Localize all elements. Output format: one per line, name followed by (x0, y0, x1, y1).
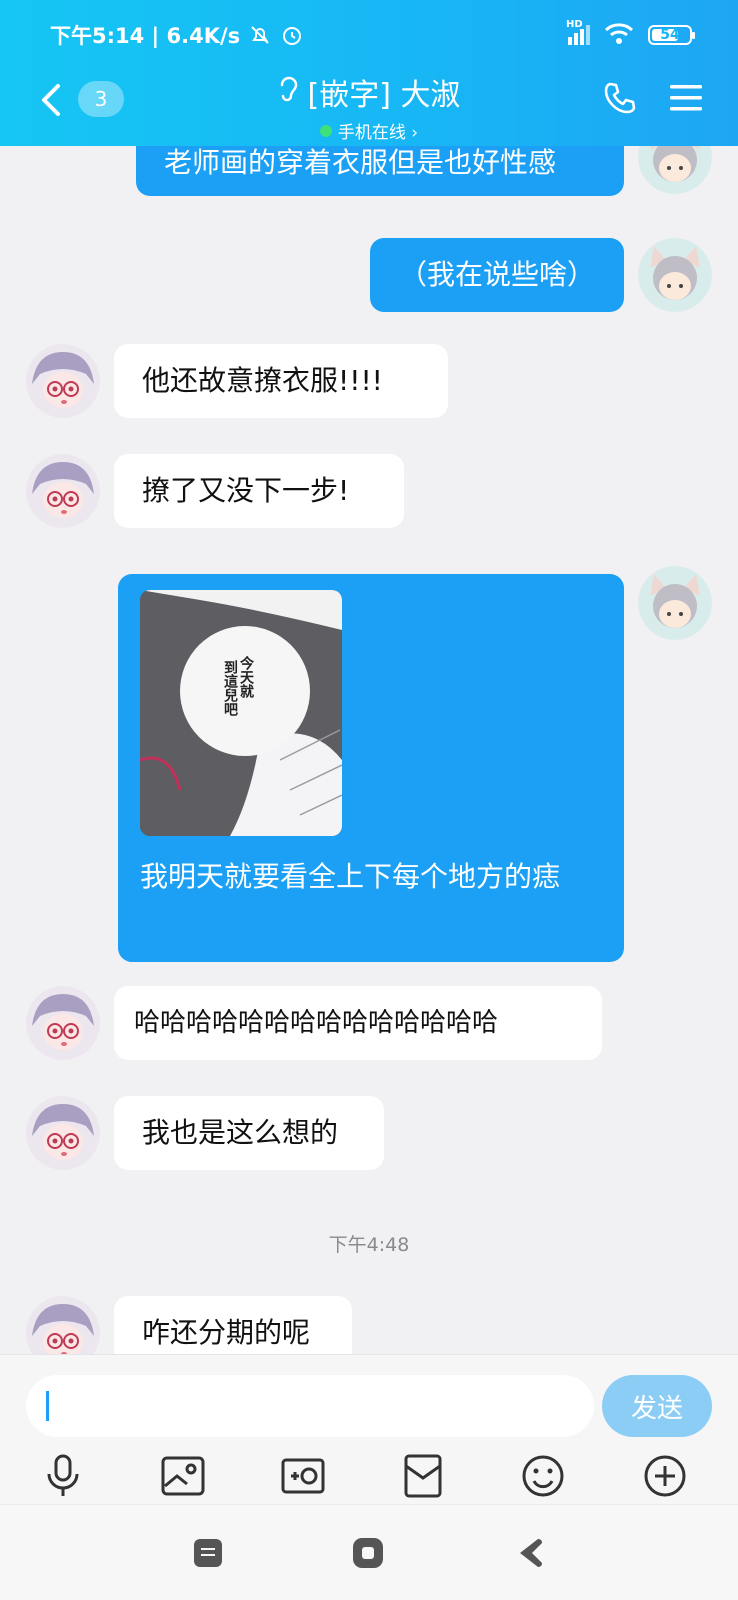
status-bar-right: HD 54 (566, 19, 695, 50)
back-nav-button[interactable] (512, 1535, 548, 1571)
emoji-button[interactable] (518, 1451, 568, 1501)
voice-button[interactable] (38, 1451, 88, 1501)
message-bubble-received[interactable]: 他还故意撩衣服!!!! (114, 344, 448, 418)
alarm-icon (280, 23, 304, 47)
ear-icon (278, 73, 300, 111)
message-text: 咋还分期的呢 (142, 1316, 311, 1349)
image-text: 今天就 (238, 656, 254, 698)
contact-avatar[interactable] (26, 344, 100, 418)
message-text: 我也是这么想的 (142, 1116, 339, 1149)
composer: 发送 (0, 1354, 738, 1504)
message-text: 他还故意撩衣服!!!! (142, 364, 383, 397)
manga-image[interactable]: 今天就 到這兒吧 (140, 590, 342, 836)
status-bar-left: 下午5:14 | 6.4K/s (50, 20, 304, 50)
battery-icon: 54 (648, 25, 695, 45)
message-input[interactable] (26, 1375, 594, 1437)
mute-icon (248, 23, 272, 47)
message-bubble-received[interactable]: 我也是这么想的 (114, 1096, 384, 1170)
status-time-speed: 下午5:14 | 6.4K/s (50, 24, 241, 48)
message-bubble-sent[interactable]: 老师画的穿着衣服但是也好性感 (136, 146, 624, 196)
contact-avatar[interactable] (26, 986, 100, 1060)
text-cursor (46, 1391, 49, 1421)
online-dot-icon (319, 124, 332, 137)
contact-name: [嵌字] 大淑 (307, 78, 461, 113)
message-text: 哈哈哈哈哈哈哈哈哈哈哈哈哈哈 (134, 1008, 499, 1038)
message-list[interactable]: 老师画的穿着衣服但是也好性感 （我在说些啥） 他还故意撩衣服!!!! 撩了又没下… (0, 146, 738, 1354)
message-bubble-received[interactable]: 撩了又没下一步! (114, 454, 404, 528)
system-navigation-bar (0, 1504, 738, 1600)
signal-icon: HD (566, 19, 590, 45)
composer-toolbar (0, 1451, 738, 1501)
camera-button[interactable] (278, 1451, 328, 1501)
image-button[interactable] (158, 1451, 208, 1501)
home-button[interactable] (350, 1535, 386, 1571)
my-avatar[interactable] (638, 566, 712, 640)
image-text: 到這兒吧 (222, 660, 238, 716)
message-text: 我明天就要看全上下每个地方的痣 (140, 860, 561, 893)
message-text: 撩了又没下一步! (142, 474, 350, 507)
menu-button[interactable] (668, 82, 704, 118)
contact-avatar[interactable] (26, 454, 100, 528)
contact-avatar[interactable] (26, 1296, 100, 1354)
message-bubble-received[interactable]: 哈哈哈哈哈哈哈哈哈哈哈哈哈哈 (114, 986, 602, 1060)
my-avatar[interactable] (638, 146, 712, 194)
phone-call-button[interactable] (602, 80, 638, 120)
more-plus-button[interactable] (640, 1451, 690, 1501)
message-bubble-received[interactable]: 咋还分期的呢 (114, 1296, 352, 1354)
message-bubble-sent[interactable]: （我在说些啥） (370, 238, 624, 312)
send-button[interactable]: 发送 (602, 1375, 712, 1437)
message-text: （我在说些啥） (398, 258, 595, 291)
online-status: 手机在线 › (337, 123, 419, 143)
my-avatar[interactable] (638, 238, 712, 312)
message-timestamp: 下午4:48 (328, 1234, 410, 1256)
wifi-icon (604, 21, 634, 49)
recent-apps-button[interactable] (190, 1535, 226, 1571)
chat-header: 下午5:14 | 6.4K/s HD 54 3 [嵌字] 大淑 手机在线 › (0, 0, 738, 146)
contact-avatar[interactable] (26, 1096, 100, 1170)
message-bubble-sent-image[interactable]: 今天就 到這兒吧 我明天就要看全上下每个地方的痣 (118, 574, 624, 962)
network-type: HD (566, 19, 583, 30)
red-packet-button[interactable] (398, 1451, 448, 1501)
message-text: 老师画的穿着衣服但是也好性感 (164, 146, 557, 179)
battery-level: 54 (660, 27, 680, 43)
